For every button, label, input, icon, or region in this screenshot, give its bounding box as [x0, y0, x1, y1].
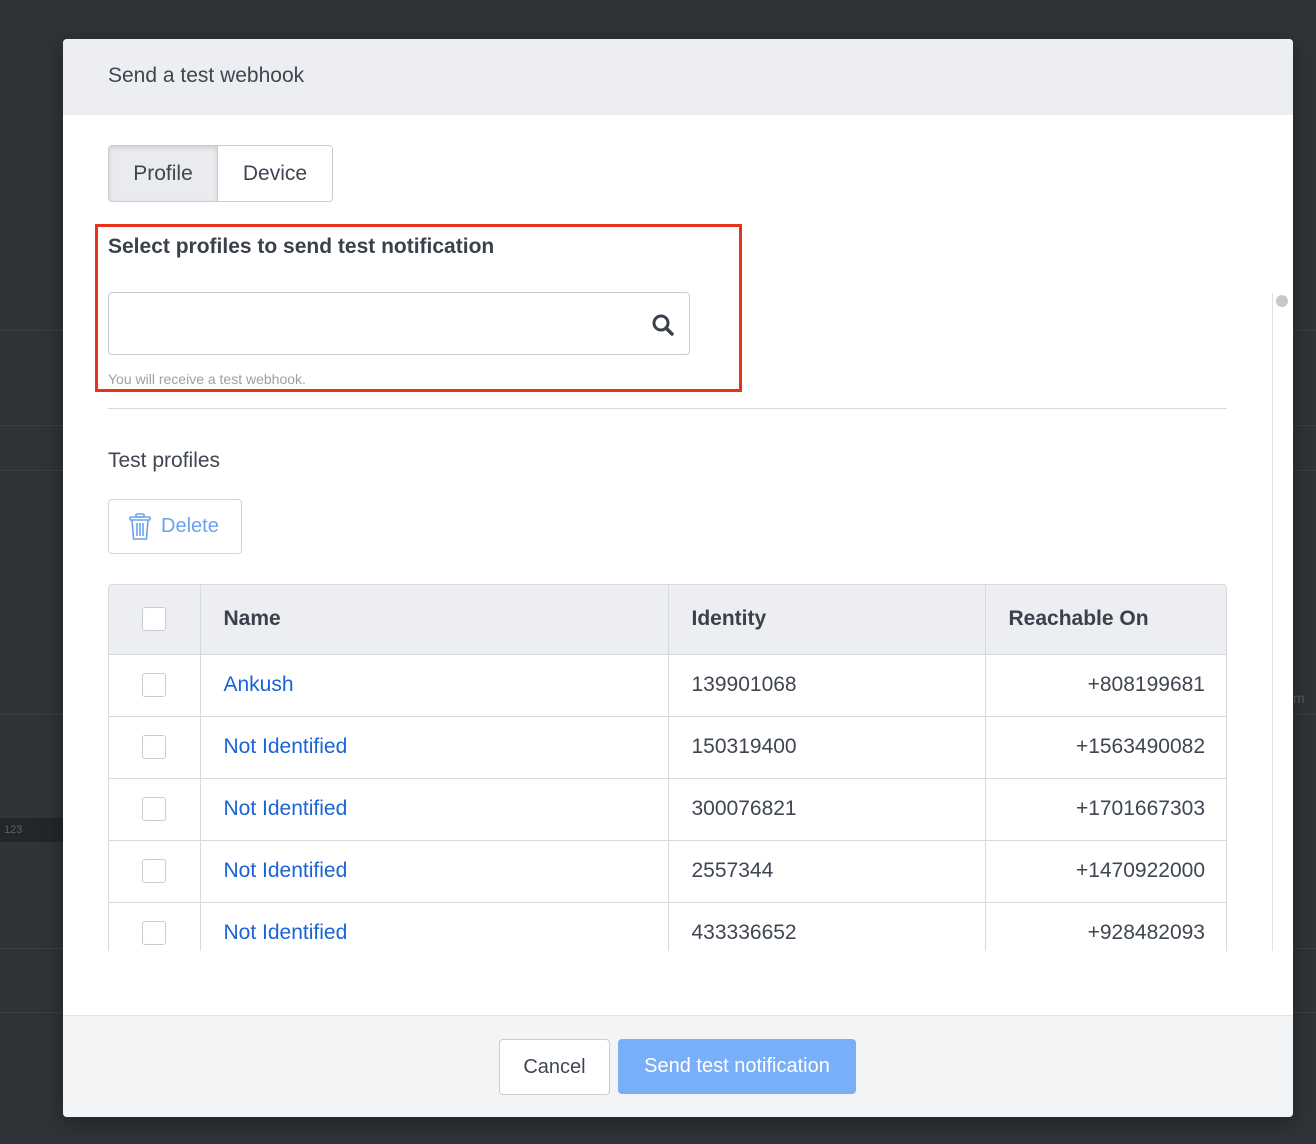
test-profiles-table: Name Identity Reachable On Ankush 139901… — [108, 584, 1227, 951]
column-header-identity[interactable]: Identity — [668, 585, 986, 655]
profile-reachable-on: +808199681 — [985, 654, 1226, 717]
modal-footer: Cancel Send test notification — [63, 1015, 1293, 1117]
table-row: Not Identified 433336652 +928482093 — [109, 902, 1226, 951]
delete-button-label: Delete — [161, 515, 219, 537]
profile-search-input[interactable] — [119, 301, 643, 347]
row-checkbox[interactable] — [142, 735, 167, 760]
table-row: Not Identified 300076821 +1701667303 — [109, 778, 1226, 841]
profile-reachable-on: +1563490082 — [985, 716, 1226, 779]
row-checkbox[interactable] — [142, 859, 167, 884]
scrollbar-track[interactable] — [1272, 293, 1273, 951]
tab-device[interactable]: Device — [218, 146, 332, 201]
scrollbar-thumb[interactable] — [1276, 295, 1288, 307]
profile-name-link[interactable]: Not Identified — [200, 840, 669, 903]
column-header-reachable-on[interactable]: Reachable On — [985, 585, 1226, 655]
section-divider — [108, 408, 1227, 409]
delete-button[interactable]: Delete — [108, 499, 242, 554]
modal-title: Send a test webhook — [108, 64, 305, 87]
target-type-toggle: Profile Device — [108, 145, 333, 202]
profile-reachable-on: +1470922000 — [985, 840, 1226, 903]
profile-name-link[interactable]: Not Identified — [200, 902, 669, 951]
column-header-name[interactable]: Name — [200, 585, 669, 655]
profile-identity: 2557344 — [668, 840, 986, 903]
tab-profile[interactable]: Profile — [109, 146, 218, 201]
modal-header: Send a test webhook — [63, 39, 1293, 115]
search-hint: You will receive a test webhook. — [108, 371, 306, 387]
select-all-checkbox[interactable] — [142, 607, 167, 632]
profile-name-link[interactable]: Not Identified — [200, 716, 669, 779]
row-check-cell — [109, 778, 201, 841]
profile-identity: 433336652 — [668, 902, 986, 951]
table-row: Not Identified 150319400 +1563490082 — [109, 716, 1226, 779]
background-badge: 123 — [0, 818, 64, 842]
search-icon[interactable] — [651, 313, 675, 337]
send-test-notification-button[interactable]: Send test notification — [618, 1039, 856, 1094]
select-profiles-title: Select profiles to send test notificatio… — [108, 235, 495, 258]
test-profiles-title: Test profiles — [108, 449, 221, 472]
table-row: Not Identified 2557344 +1470922000 — [109, 840, 1226, 903]
table-row: Ankush 139901068 +808199681 — [109, 654, 1226, 717]
table-header-row: Name Identity Reachable On — [109, 585, 1226, 655]
profile-identity: 150319400 — [668, 716, 986, 779]
select-all-cell — [109, 585, 201, 655]
profile-reachable-on: +1701667303 — [985, 778, 1226, 841]
row-checkbox[interactable] — [142, 921, 167, 946]
row-checkbox[interactable] — [142, 673, 167, 698]
row-check-cell — [109, 654, 201, 717]
profile-identity: 139901068 — [668, 654, 986, 717]
row-checkbox[interactable] — [142, 797, 167, 822]
row-check-cell — [109, 716, 201, 779]
background-text-fragment: m — [1293, 690, 1305, 706]
profile-reachable-on: +928482093 — [985, 902, 1226, 951]
profile-name-link[interactable]: Not Identified — [200, 778, 669, 841]
test-webhook-modal: Send a test webhook Profile Device Selec… — [63, 39, 1293, 1117]
row-check-cell — [109, 840, 201, 903]
row-check-cell — [109, 902, 201, 951]
profile-search-box — [108, 292, 690, 355]
trash-icon — [129, 512, 151, 540]
profile-name-link[interactable]: Ankush — [200, 654, 669, 717]
cancel-button[interactable]: Cancel — [499, 1039, 610, 1095]
profile-identity: 300076821 — [668, 778, 986, 841]
